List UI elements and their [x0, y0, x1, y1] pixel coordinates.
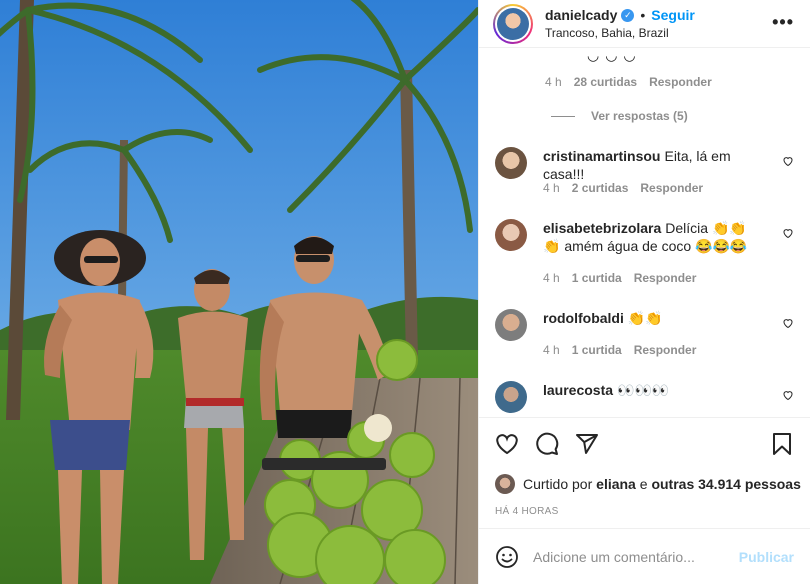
- comment-text: rodolfobaldi 👏👏: [543, 309, 764, 327]
- comment-heart-icon[interactable]: [782, 227, 794, 239]
- comment-meta: 4 h 28 curtidas Responder: [545, 75, 712, 89]
- comment-text: cristinamartinsou Eita, lá em casa!!!: [543, 147, 764, 183]
- publish-button[interactable]: Publicar: [739, 549, 794, 565]
- commenter-username[interactable]: elisabetebrizolara: [543, 220, 661, 236]
- liked-by-conjunction: e: [639, 476, 648, 492]
- bookmark-icon[interactable]: [770, 432, 794, 456]
- heart-icon[interactable]: [495, 432, 519, 456]
- comment-time: 4 h: [543, 343, 560, 357]
- comment-meta: 4 h 2 curtidas Responder: [543, 181, 703, 195]
- post-header: danielcady ✓ • Seguir Trancoso, Bahia, B…: [479, 0, 810, 48]
- comment-time: 4 h: [543, 181, 560, 195]
- action-icons-row: [495, 432, 794, 458]
- comment-input[interactable]: [533, 548, 739, 565]
- liker-username[interactable]: eliana: [596, 476, 636, 492]
- comment-text: elisabetebrizolara Delícia 👏👏👏 amém água …: [543, 219, 764, 255]
- comment-meta: 4 h 1 curtida Responder: [543, 271, 696, 285]
- commenter-avatar[interactable]: [495, 147, 527, 179]
- comment-heart-icon[interactable]: [782, 389, 794, 401]
- emoji-icon[interactable]: [495, 545, 519, 569]
- follow-button[interactable]: Seguir: [651, 7, 695, 23]
- commenter-username[interactable]: cristinamartinsou: [543, 148, 660, 164]
- comment-content: 👀👀👀: [617, 382, 670, 398]
- liker-avatar[interactable]: [495, 474, 515, 494]
- comment-likes[interactable]: 28 curtidas: [574, 75, 637, 89]
- commenter-username[interactable]: rodolfobaldi: [543, 310, 624, 326]
- comment-icon[interactable]: [535, 432, 559, 456]
- comment-likes[interactable]: 1 curtida: [572, 271, 622, 285]
- reply-button[interactable]: Responder: [634, 343, 697, 357]
- commenter-username[interactable]: laurecosta: [543, 382, 613, 398]
- view-replies-label: Ver respostas (5): [591, 109, 688, 123]
- clipped-emoji-row: ◡◡◡: [587, 49, 642, 63]
- commenter-avatar[interactable]: [495, 309, 527, 341]
- comment-composer: Publicar: [479, 528, 810, 584]
- comment-meta: 4 h 1 curtida Responder: [543, 343, 696, 357]
- comment-heart-icon[interactable]: [782, 317, 794, 329]
- author-avatar-image: [497, 7, 529, 40]
- commenter-avatar[interactable]: [495, 381, 527, 413]
- comment-time: 4 h: [543, 271, 560, 285]
- more-options-icon[interactable]: •••: [772, 12, 794, 33]
- separator-dot: •: [640, 7, 646, 23]
- reply-button[interactable]: Responder: [634, 271, 697, 285]
- comment-heart-icon[interactable]: [782, 155, 794, 167]
- liked-by-line: Curtido por eliana e outras 34.914 pesso…: [495, 474, 801, 494]
- share-icon[interactable]: [575, 432, 599, 456]
- verified-badge-icon: ✓: [621, 8, 635, 22]
- author-avatar[interactable]: [493, 3, 533, 44]
- comment-time: 4 h: [545, 75, 562, 89]
- commenter-avatar[interactable]: [495, 219, 527, 251]
- view-replies-button[interactable]: Ver respostas (5): [551, 109, 688, 123]
- comment-content: 👏👏: [627, 310, 663, 326]
- liked-by-prefix: Curtido por: [523, 476, 593, 492]
- reply-button[interactable]: Responder: [640, 181, 703, 195]
- beach-photo-illustration: [0, 0, 478, 584]
- post-location[interactable]: Trancoso, Bahia, Brazil: [545, 26, 695, 40]
- post-timestamp[interactable]: HÁ 4 HORAS: [495, 506, 559, 517]
- comment-likes[interactable]: 1 curtida: [572, 343, 622, 357]
- post-photo[interactable]: [0, 0, 478, 584]
- likes-count-link[interactable]: outras 34.914 pessoas: [651, 476, 800, 492]
- comment-text: laurecosta 👀👀👀: [543, 381, 764, 399]
- comments-list[interactable]: ◡◡◡ 4 h 28 curtidas Responder Ver respos…: [479, 49, 810, 417]
- post-sidebar: danielcady ✓ • Seguir Trancoso, Bahia, B…: [478, 0, 810, 584]
- author-username[interactable]: danielcady: [545, 7, 617, 23]
- reply-button[interactable]: Responder: [649, 75, 712, 89]
- comment-likes[interactable]: 2 curtidas: [572, 181, 629, 195]
- replies-divider: [551, 115, 575, 117]
- instagram-post: danielcady ✓ • Seguir Trancoso, Bahia, B…: [0, 0, 810, 584]
